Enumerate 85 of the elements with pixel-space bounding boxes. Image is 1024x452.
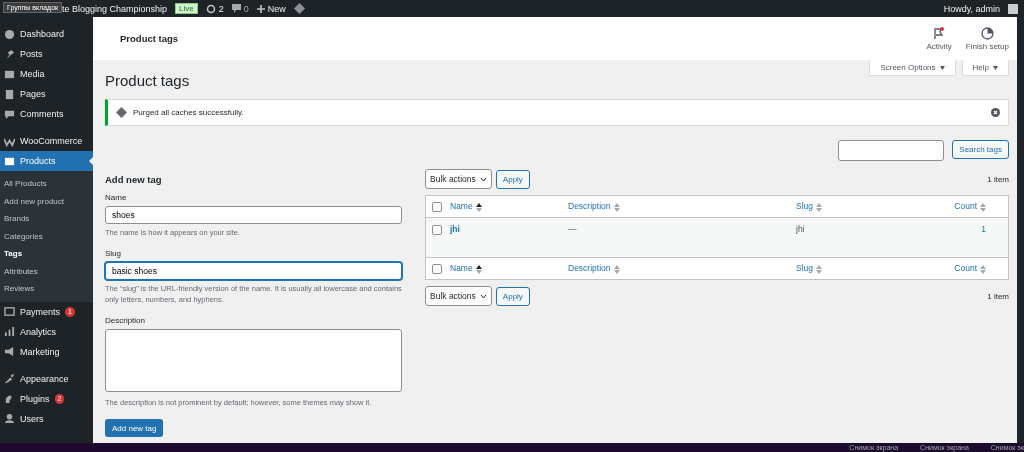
diamond-icon[interactable] <box>293 3 305 14</box>
sidebar-item[interactable]: WooCommerce <box>0 131 93 151</box>
plus-icon <box>256 4 265 13</box>
comment-icon <box>231 4 241 13</box>
column-header[interactable]: Name <box>450 201 473 212</box>
column-header[interactable]: Slug <box>796 201 813 212</box>
field-label: Name <box>105 193 128 202</box>
checkbox[interactable] <box>432 263 442 274</box>
table-cell: jhi <box>796 224 805 234</box>
sidebar-item[interactable]: Users <box>0 408 93 429</box>
menu-icon <box>4 413 15 424</box>
bulk-actions-dropdown[interactable]: Bulk actions <box>425 286 492 306</box>
submenu-item[interactable]: Add new product <box>0 192 93 210</box>
field-label: Slug <box>105 249 122 258</box>
add-tag-button[interactable]: Add new tag <box>105 419 164 437</box>
column-header[interactable]: Description <box>568 201 611 212</box>
close-icon[interactable] <box>991 108 1000 117</box>
table-cell: — <box>568 224 577 234</box>
column-header[interactable]: Description <box>568 263 611 274</box>
new-link[interactable]: New <box>267 3 286 14</box>
sidebar-item[interactable]: Appearance <box>0 368 93 389</box>
sidebar-item[interactable]: Marketing <box>0 341 93 362</box>
notice-text: Purged all caches successfully. <box>133 108 245 117</box>
description-field[interactable] <box>105 329 402 392</box>
refresh-icon <box>205 3 216 14</box>
menu-icon <box>4 28 15 40</box>
sidebar-item[interactable]: Comments <box>0 104 93 124</box>
screen-tab[interactable]: Help <box>961 60 1009 76</box>
chevron-icon <box>479 293 487 299</box>
chevron-icon <box>479 176 487 182</box>
flag-icon[interactable] <box>933 26 946 40</box>
sidebar-item[interactable]: Media <box>0 64 93 84</box>
apply-button[interactable]: Apply <box>495 286 530 306</box>
submenu-item[interactable]: Brands <box>0 210 93 228</box>
action-label[interactable]: Activity <box>926 41 952 51</box>
menu-icon <box>4 346 15 357</box>
count-link[interactable]: 1 <box>981 224 986 234</box>
form-heading: Add new tag <box>105 174 163 185</box>
sidebar-item[interactable]: Dashboard <box>0 24 93 44</box>
sidebar-item[interactable]: Pages <box>0 84 93 104</box>
submenu-item[interactable]: Attributes <box>0 262 93 280</box>
header-title: Product tags <box>120 33 180 44</box>
submenu-item[interactable]: Reviews <box>0 280 93 298</box>
input-field[interactable]: basic shoes <box>105 262 402 280</box>
caret-icon <box>939 65 945 70</box>
submenu-item[interactable]: Tags <box>0 245 93 263</box>
site-title[interactable]: te Blogging Championship <box>62 3 168 14</box>
menu-icon <box>4 68 15 80</box>
sidebar-item[interactable]: Analytics <box>0 321 93 342</box>
menu-icon <box>4 373 15 384</box>
notice-icon <box>116 107 127 118</box>
column-header[interactable]: Name <box>450 263 473 274</box>
screen-tab[interactable]: Screen Options <box>869 60 956 76</box>
column-header[interactable]: Count <box>954 263 977 274</box>
item-count: 1 item <box>987 174 1009 184</box>
submenu-item[interactable]: All Products <box>0 175 93 193</box>
field-label: Description <box>105 316 146 325</box>
sidebar-item[interactable]: Products <box>0 151 93 171</box>
search-field[interactable] <box>838 140 945 161</box>
menu-icon <box>4 108 15 120</box>
menu-icon <box>4 88 15 100</box>
caret-icon <box>993 65 998 70</box>
sidebar-item[interactable]: Posts <box>0 44 93 64</box>
live-badge: Live <box>175 3 198 14</box>
comments-count[interactable]: 0 <box>243 3 249 14</box>
submenu-item[interactable]: Categories <box>0 227 93 245</box>
progress-icon[interactable] <box>980 26 994 40</box>
tag-name-link[interactable]: jhi <box>450 224 460 234</box>
page-title: Product tags <box>105 72 190 89</box>
item-count: 1 item <box>987 291 1009 301</box>
greeting[interactable]: Howdy, admin <box>943 3 1000 14</box>
menu-icon <box>4 306 15 317</box>
avatar-icon[interactable] <box>1008 3 1018 14</box>
column-header[interactable]: Count <box>954 201 977 212</box>
search-button[interactable]: Search tags <box>952 140 1009 159</box>
bulk-actions-dropdown[interactable]: Bulk actions <box>425 169 492 189</box>
checkbox[interactable] <box>432 224 442 235</box>
column-header[interactable]: Slug <box>796 263 813 274</box>
input-field[interactable]: shoes <box>105 206 402 224</box>
checkbox[interactable] <box>432 201 442 212</box>
action-label[interactable]: Finish setup <box>965 41 1009 51</box>
apply-button[interactable]: Apply <box>495 169 530 189</box>
menu-icon <box>4 155 15 167</box>
menu-icon <box>4 326 15 337</box>
updates-count[interactable]: 2 <box>218 3 224 14</box>
